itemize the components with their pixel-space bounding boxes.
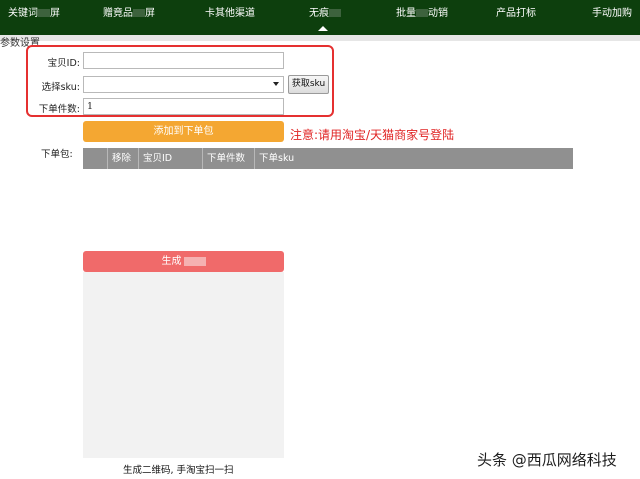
quantity-input[interactable]: 1 [83,98,284,115]
generate-button-label: 生成 [161,256,182,267]
top-nav-bar: 关键词 屏 赠竟品 屏 卡其他渠道 无痕 批量 动销 产品打标 手动加购 [0,0,640,35]
nav-item-manual-cart[interactable]: 手动加购 [592,0,632,27]
qr-caption: 生成二维码, 手淘宝扫一扫 [123,465,234,476]
nav-divider [0,35,640,41]
column-header-item-id: 宝贝ID [138,148,202,169]
nav-item-competitor[interactable]: 赠竟品 屏 [103,0,155,27]
nav-item-label-suffix: 屏 [50,8,60,19]
nav-item-label: 赠竟品 [103,8,133,19]
generate-button[interactable]: 生成 [83,251,284,272]
nav-item-label: 批量 [396,8,416,19]
nav-item-label: 关键词 [8,8,38,19]
column-header-remove: 移除 [107,148,138,169]
nav-item-label: 无痕 [309,8,329,19]
login-notice: 注意:请用淘宝/天猫商家号登陆 [290,128,455,142]
chevron-down-icon [273,82,279,86]
blurred-text [38,9,50,17]
blurred-text [183,256,206,266]
nav-item-label: 卡其他渠道 [205,8,255,19]
package-label: 下单包: [41,149,73,160]
sku-label: 选择sku: [41,82,80,93]
fetch-sku-button[interactable]: 获取sku [288,75,329,94]
blurred-text [133,9,145,17]
nav-item-label: 产品打标 [496,8,536,19]
nav-item-label-suffix: 屏 [145,8,155,19]
nav-item-keyword[interactable]: 关键词 屏 [8,0,60,27]
qr-code-area [83,272,284,458]
column-header-quantity: 下单件数 [202,148,254,169]
item-id-input[interactable] [83,52,284,69]
nav-item-label: 手动加购 [592,8,632,19]
nav-item-product-tag[interactable]: 产品打标 [496,0,536,27]
blurred-text [329,9,341,17]
quantity-label: 下单件数: [38,104,80,115]
package-table-header: 移除 宝贝ID 下单件数 下单sku [83,148,573,169]
nav-item-batch-sales[interactable]: 批量 动销 [396,0,448,27]
add-to-package-button[interactable]: 添加到下单包 [83,121,284,142]
sku-select[interactable] [83,76,284,93]
nav-item-label-suffix: 动销 [428,8,448,19]
nav-item-other-channels[interactable]: 卡其他渠道 [205,0,255,27]
item-id-label: 宝贝ID: [47,58,80,69]
watermark: 头条 @西瓜网络科技 [477,451,617,469]
blurred-text [416,9,428,17]
nav-item-traceless[interactable]: 无痕 [309,0,341,27]
column-header-sku: 下单sku [254,148,573,169]
active-tab-caret-icon [318,26,328,31]
